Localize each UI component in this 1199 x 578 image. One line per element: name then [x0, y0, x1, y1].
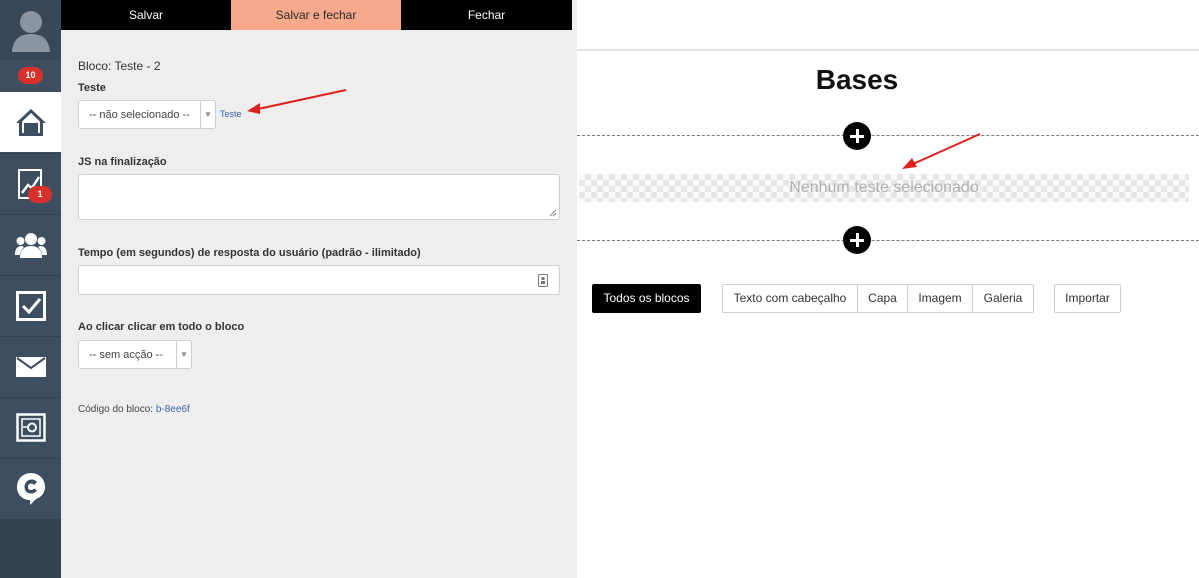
notifications-badge: 10: [18, 67, 43, 84]
save-button[interactable]: Salvar: [61, 0, 231, 30]
rail-footer: [0, 519, 61, 578]
preview-title: Bases: [815, 64, 899, 95]
block-code-label: Código do bloco:: [78, 404, 154, 415]
nav-mail[interactable]: [0, 336, 61, 396]
time-label: Tempo (em segundos) de resposta do usuár…: [78, 247, 421, 259]
click-action-select[interactable]: -- sem acção -- ▼: [78, 340, 192, 369]
nav-home[interactable]: [0, 92, 61, 152]
close-button[interactable]: Fechar: [401, 0, 572, 30]
block-code: Código do bloco: b-8ee6f: [78, 404, 190, 415]
chevron-down-icon: ▼: [200, 101, 215, 128]
add-block-below-icon[interactable]: [843, 226, 871, 254]
mail-icon: [15, 356, 46, 377]
add-block-above-icon[interactable]: [843, 122, 871, 150]
chevron-down-icon: ▼: [176, 341, 191, 368]
test-label: Teste: [78, 82, 106, 94]
password-manager-icon[interactable]: [538, 274, 548, 287]
block-preview: Bases Nenhum teste selecionado Todos os …: [577, 0, 1199, 578]
nav-reports[interactable]: [0, 153, 61, 213]
users-icon: [14, 232, 47, 258]
time-input[interactable]: [78, 265, 560, 295]
save-and-close-button[interactable]: Salvar e fechar: [231, 0, 401, 30]
empty-test-placeholder: Nenhum teste selecionado: [579, 174, 1189, 202]
test-select-value: -- não selecionado --: [89, 108, 190, 121]
filter-cover[interactable]: Capa: [857, 284, 908, 313]
user-icon: [11, 11, 50, 52]
safe-icon: [15, 412, 46, 442]
test-link[interactable]: Teste: [220, 109, 242, 119]
click-select-value: -- sem acção --: [89, 348, 163, 361]
filter-text-header[interactable]: Texto com cabeçalho: [722, 284, 858, 313]
resize-grip-icon[interactable]: [549, 209, 557, 217]
import-button[interactable]: Importar: [1054, 284, 1121, 313]
checkbox-icon: [15, 290, 46, 321]
js-textarea[interactable]: [78, 174, 560, 220]
reports-badge: 1: [28, 186, 52, 203]
click-label: Ao clicar clicar em todo o bloco: [78, 321, 245, 333]
home-icon: [15, 109, 46, 136]
block-boundary-bottom: [577, 240, 1199, 241]
js-label: JS na finalização: [78, 156, 167, 168]
filter-image[interactable]: Imagem: [907, 284, 973, 313]
test-select[interactable]: -- não selecionado -- ▼: [78, 100, 216, 129]
chat-icon: [16, 472, 45, 505]
block-title: Bloco: Teste - 2: [78, 59, 161, 73]
nav-safe[interactable]: [0, 397, 61, 457]
nav-users[interactable]: [0, 214, 61, 274]
block-edit-panel: Salvar Salvar e fechar Fechar Bloco: Tes…: [61, 0, 577, 578]
filter-gallery[interactable]: Galeria: [972, 284, 1034, 313]
avatar[interactable]: [0, 0, 61, 60]
filter-all-blocks[interactable]: Todos os blocos: [592, 284, 701, 313]
action-bar: Salvar Salvar e fechar Fechar: [61, 0, 572, 30]
header-divider: [577, 49, 1199, 51]
block-code-value: b-8ee6f: [155, 404, 190, 415]
nav-chat[interactable]: [0, 458, 61, 518]
block-boundary-top: [577, 135, 1199, 136]
nav-tasks[interactable]: [0, 275, 61, 335]
app-root: 10 1 Salvar Salvar e fechar Fechar Bloco…: [0, 0, 1199, 578]
nav-rail: 10 1: [0, 0, 61, 578]
